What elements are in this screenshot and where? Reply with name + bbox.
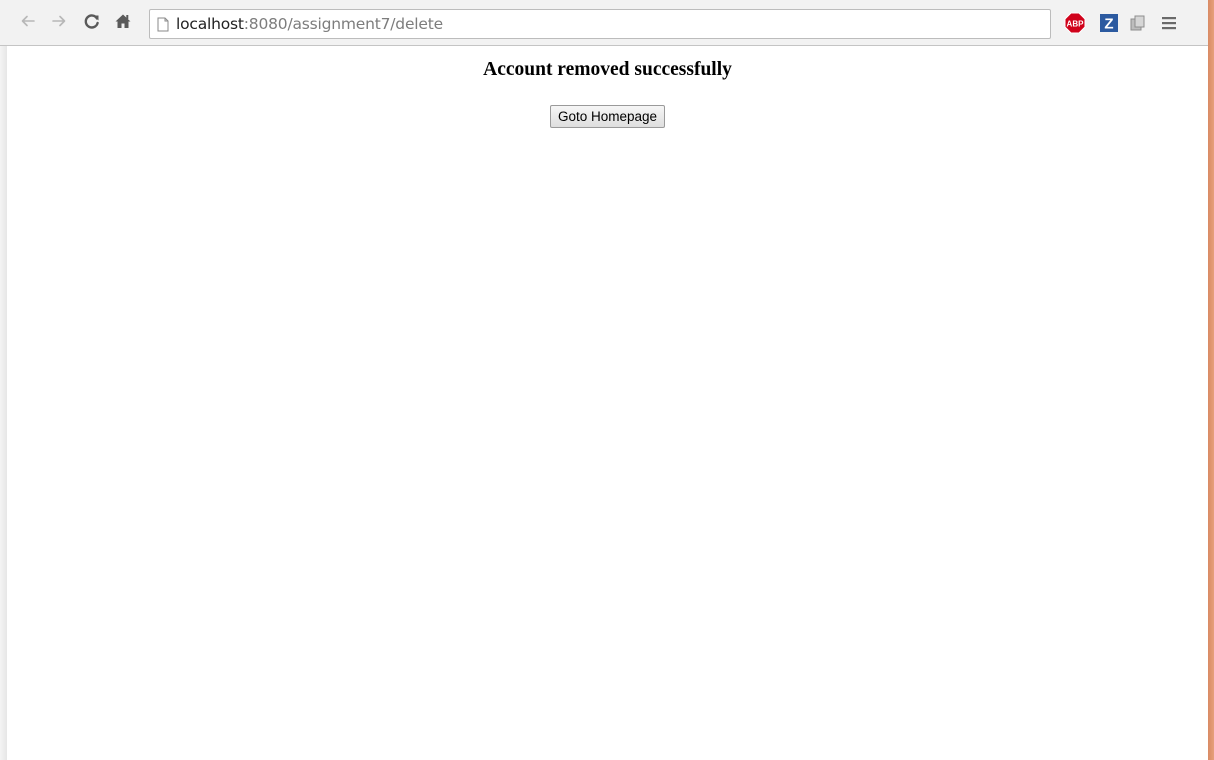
extension-icon[interactable] — [1126, 11, 1150, 35]
home-icon[interactable] — [111, 9, 135, 33]
url-host: localhost — [176, 15, 244, 33]
page-content: Account removed successfully Goto Homepa… — [7, 46, 1208, 760]
adblock-label: ABP — [1067, 19, 1085, 28]
goto-homepage-button[interactable]: Goto Homepage — [549, 105, 666, 128]
reload-icon[interactable] — [80, 9, 104, 33]
zotero-label: Z — [1104, 16, 1113, 33]
page-title: Account removed successfully — [483, 59, 732, 80]
browser-window: localhost:8080/assignment7/delete ABP Z — [0, 0, 1214, 760]
adblock-plus-icon[interactable]: ABP — [1063, 11, 1087, 35]
back-arrow-icon[interactable] — [16, 9, 40, 33]
address-bar[interactable]: localhost:8080/assignment7/delete — [149, 9, 1051, 39]
zotero-icon[interactable]: Z — [1097, 11, 1121, 35]
forward-arrow-icon[interactable] — [47, 9, 71, 33]
menu-icon[interactable] — [1157, 11, 1181, 35]
url-path: :8080/assignment7/delete — [243, 15, 443, 33]
page-icon — [157, 17, 169, 31]
url-text: localhost:8080/assignment7/delete — [176, 15, 443, 33]
button-container: Goto Homepage — [7, 105, 1208, 128]
browser-toolbar: localhost:8080/assignment7/delete ABP Z — [0, 0, 1208, 46]
